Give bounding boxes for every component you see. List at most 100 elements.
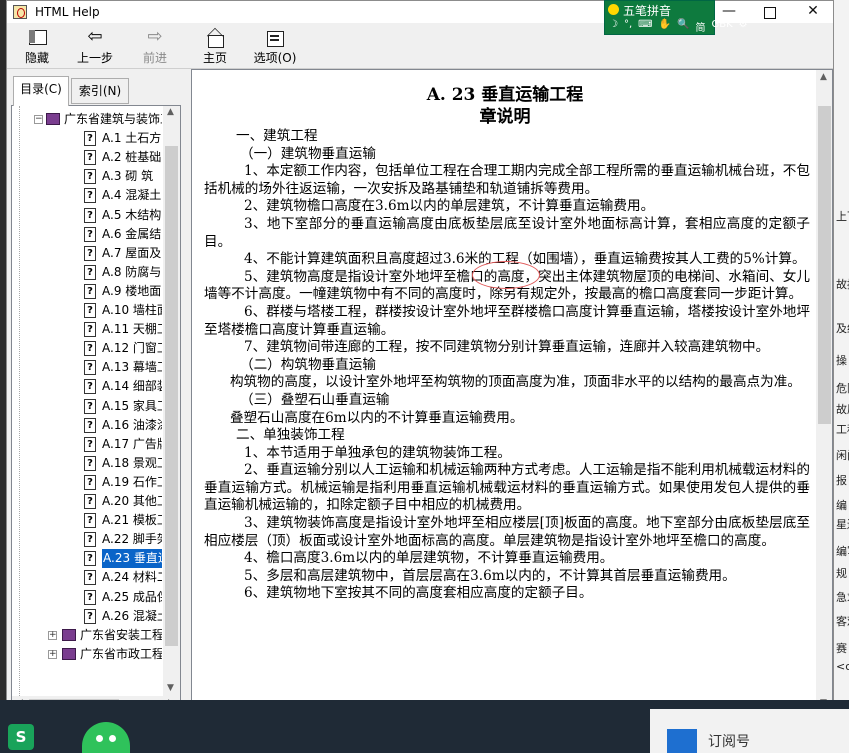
- ime-search-icon[interactable]: 🔍: [677, 19, 689, 33]
- maximize-button[interactable]: [749, 1, 789, 23]
- help-page-icon: ?: [84, 436, 96, 452]
- help-app-icon: [13, 5, 27, 19]
- subscription-notification[interactable]: 订阅号: [650, 709, 849, 753]
- ime-controls: ☽ °, ⌨ ✋ 🔍 简 GBK ⚙: [609, 19, 748, 34]
- topic-paragraph: 1、本节适用于单独承包的建筑物装饰工程。: [244, 444, 511, 461]
- options-label: 选项(O): [253, 51, 297, 65]
- help-page-icon: ?: [84, 608, 96, 624]
- tree-item-label: A.21 模板工: [102, 513, 162, 528]
- tree-item-label: A.19 石作工: [102, 474, 162, 489]
- topic-paragraph: 4、檐口高度3.6m以内的单层建筑物，不计算垂直运输费用。: [244, 550, 614, 567]
- scroll-up-icon[interactable]: ▲: [167, 107, 174, 117]
- topic-paragraph: （一）建筑物垂直运输: [240, 145, 376, 162]
- close-button[interactable]: ✕: [793, 1, 833, 23]
- help-page-icon: ?: [84, 169, 96, 185]
- help-page-icon: ?: [84, 360, 96, 376]
- ime-gbk-label[interactable]: GBK: [712, 19, 733, 33]
- content-scroll-up-icon[interactable]: ▲: [820, 72, 827, 82]
- tree-item-label: A.2 桩基础: [102, 150, 162, 165]
- ime-mode-label[interactable]: 五笔拼音: [623, 2, 671, 19]
- background-window-text: 危险: [836, 382, 849, 395]
- tab-contents[interactable]: 目录(C): [13, 76, 69, 106]
- tree-item-label: A.17 广告牌: [102, 436, 162, 451]
- home-label: 主页: [202, 51, 227, 65]
- topic-paragraph: 构筑物的高度，以设计室外地坪至构筑物的顶面高度为准，顶面非水平的以结构的最高点为…: [230, 374, 801, 391]
- tree-item-label: A.20 其他工: [102, 494, 162, 508]
- book-closed-icon: [62, 628, 76, 641]
- tree-item-label: A.1 土石方: [102, 131, 162, 146]
- tree-item-label: A.3 砌 筑: [102, 169, 154, 184]
- tree-item-label: A.4 混凝土: [102, 188, 162, 203]
- topic-paragraph: 3、建筑物装饰高度是指设计室外地坪至相应楼层[顶]板面的高度。地下室部分由底板垫…: [204, 515, 810, 549]
- tree-book-label: 广东省安装工程: [80, 627, 162, 642]
- tree-book-label: 广东省市政工程: [80, 646, 162, 661]
- tree-item-label: A.24 材料二: [102, 570, 162, 585]
- background-window-text: 规: [836, 567, 847, 580]
- help-page-icon: ?: [84, 570, 96, 586]
- navigation-pane: 目录(C) 索引(N) − 广东省建筑与装饰工程? A.1 土石方? A.2 桩基础?…: [7, 69, 191, 712]
- contents-tree: − 广东省建筑与装饰工程? A.1 土石方? A.2 桩基础? A.3 砌 筑? A.4 …: [11, 105, 181, 712]
- help-page-icon: ?: [84, 322, 96, 338]
- topic-title: A. 23 垂直运输工程: [426, 85, 584, 105]
- tree-item-label: A.18 景观工: [102, 455, 162, 470]
- help-page-icon: ?: [84, 398, 96, 414]
- back-button[interactable]: ⇦ 上一步: [73, 27, 117, 67]
- tree-item-label: A.15 家具工: [102, 398, 162, 413]
- help-page-icon: ?: [84, 589, 96, 605]
- topic-paragraph: 一、建筑工程: [236, 128, 318, 144]
- ime-keyboard-icon[interactable]: ⌨: [638, 19, 652, 33]
- html-help-window: HTML Help — ✕ 隐藏 ⇦ 上一步 ⇨ 前进 主页 选项(O) 目录(…: [6, 0, 834, 712]
- wechat-app-icon[interactable]: [82, 722, 130, 753]
- tree-items: − 广东省建筑与装饰工程? A.1 土石方? A.2 桩基础? A.3 砌 筑? A.4 …: [12, 106, 162, 696]
- ime-punctuation-icon[interactable]: °,: [624, 19, 632, 33]
- background-window-text: 工程: [836, 423, 849, 436]
- help-page-icon: ?: [84, 417, 96, 433]
- tree-item-label: A.8 防腐与: [102, 264, 162, 279]
- help-page-icon: ?: [84, 245, 96, 261]
- tree-item-label: A.6 金属结: [102, 226, 162, 241]
- expand-icon[interactable]: +: [48, 630, 57, 640]
- window-title: HTML Help: [35, 5, 100, 19]
- subscription-icon: [667, 729, 697, 753]
- expand-icon[interactable]: +: [48, 649, 57, 659]
- home-icon: [204, 27, 226, 48]
- topic-subtitle: 章说明: [479, 107, 531, 127]
- tab-index[interactable]: 索引(N): [71, 78, 129, 104]
- ime-settings-icon[interactable]: ⚙: [739, 19, 748, 33]
- ime-hand-icon[interactable]: ✋: [659, 19, 671, 33]
- topic-paragraph: 2、垂直运输分别以人工运输和机械运输两种方式考虑。人工运输是指不能利用机械载运材…: [204, 462, 810, 514]
- options-button[interactable]: 选项(O): [247, 27, 303, 67]
- topic-paragraph: 2、建筑物檐口高度在3.6m以内的单层建筑，不计算垂直运输费用。: [244, 198, 655, 215]
- topic-paragraph: 6、群楼与塔楼工程，群楼按设计室外地坪至群楼檐口高度计算垂直运输，塔楼按设计室外…: [204, 303, 810, 338]
- help-page-icon: ?: [84, 303, 96, 318]
- background-window-text: 赛: [836, 642, 847, 655]
- forward-button[interactable]: ⇨ 前进: [133, 27, 177, 67]
- background-window-text: 客观: [836, 615, 849, 628]
- content-scroll-thumb[interactable]: [818, 106, 831, 424]
- tree-scroll-thumb[interactable]: [165, 146, 178, 646]
- hide-pane-icon: [26, 27, 48, 47]
- home-button[interactable]: 主页: [195, 27, 235, 67]
- background-window-text: <c: [836, 660, 849, 673]
- ime-moon-icon[interactable]: ☽: [609, 19, 618, 33]
- background-window-text: 及约: [836, 322, 849, 335]
- tree-item-label: A.23 垂直运: [102, 549, 162, 569]
- tree-item-label: A.22 脚手架: [102, 532, 162, 547]
- collapse-icon[interactable]: −: [34, 115, 43, 124]
- help-page-icon: ?: [84, 283, 96, 299]
- tree-item-label: A.16 油漆涂: [102, 417, 162, 432]
- wps-app-icon[interactable]: S: [8, 724, 34, 750]
- scroll-down-icon[interactable]: ▼: [167, 683, 174, 693]
- background-window-text: 急求: [836, 591, 849, 604]
- tree-item-label: A.13 幕墙工: [102, 360, 162, 375]
- tree-vertical-scrollbar[interactable]: ▲ ▼: [163, 106, 180, 696]
- help-page-icon: ?: [84, 494, 96, 509]
- content-vertical-scrollbar[interactable]: ▲ ▼: [816, 70, 832, 711]
- options-icon: [264, 27, 286, 47]
- ime-simplified-label[interactable]: 简: [696, 19, 706, 34]
- hide-button[interactable]: 隐藏: [17, 27, 57, 67]
- tree-item-label: A.26 混凝土: [102, 608, 162, 623]
- book-closed-icon: [62, 647, 76, 660]
- background-window-text: 操: [836, 354, 847, 367]
- ime-toolbar[interactable]: 五笔拼音 ☽ °, ⌨ ✋ 🔍 简 GBK ⚙: [604, 0, 748, 35]
